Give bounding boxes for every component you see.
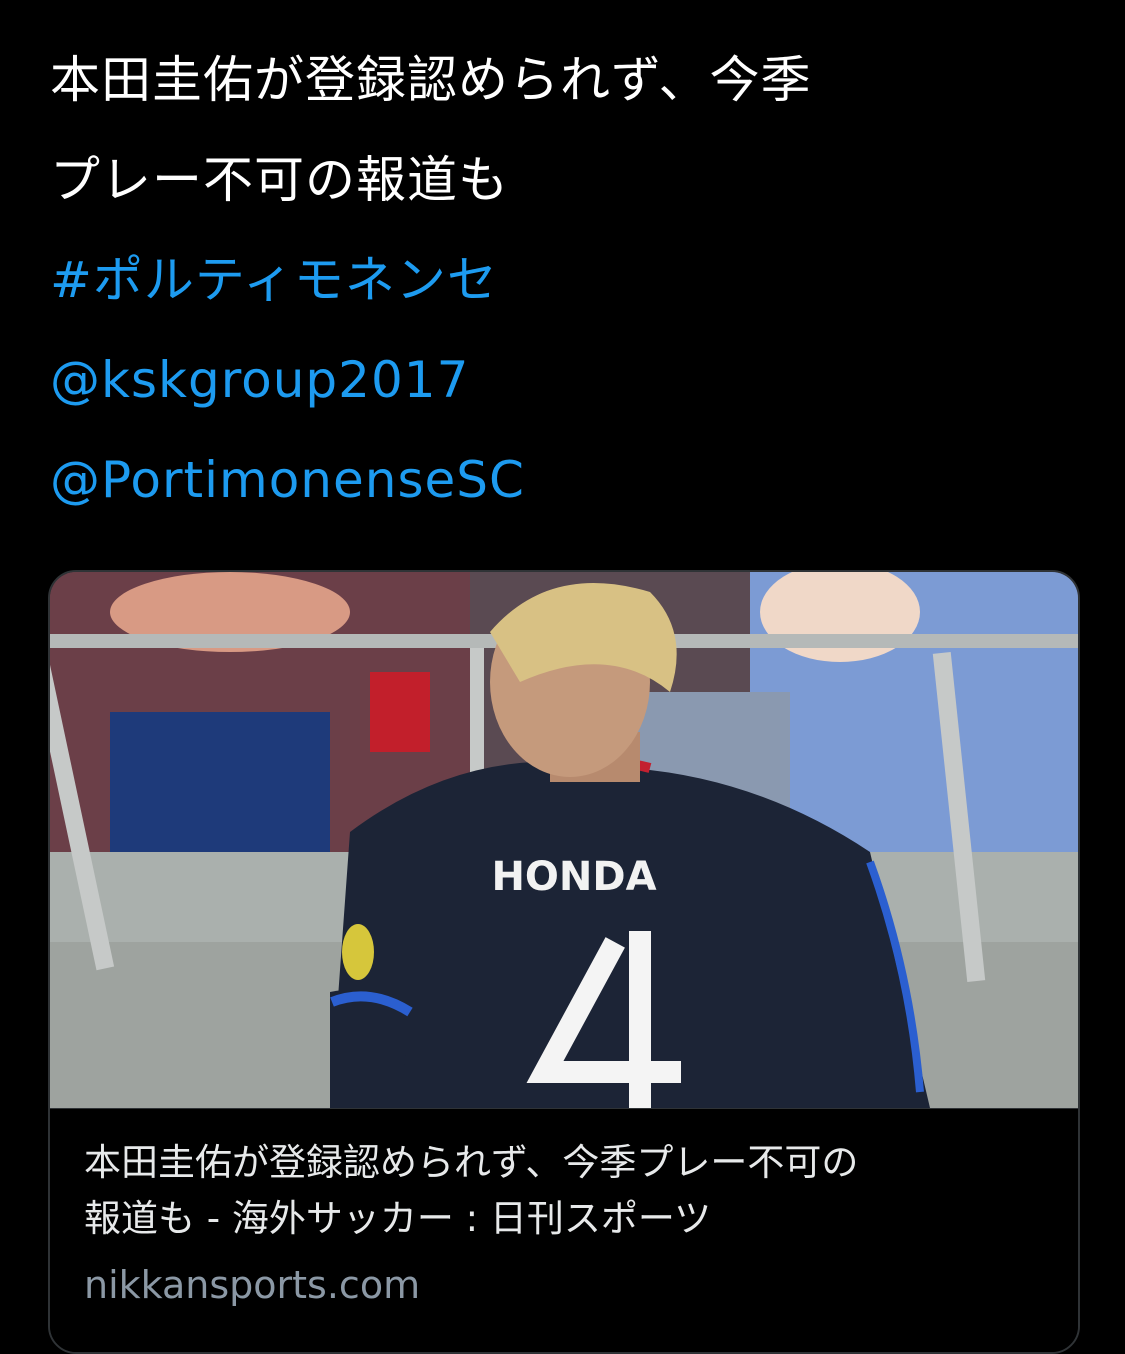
hashtag-link[interactable]: #ポルティモネンセ	[50, 230, 1090, 330]
link-card-title-line-2: 報道も - 海外サッカー : 日刊スポーツ	[84, 1197, 712, 1240]
link-card-domain: nikkansports.com	[84, 1263, 421, 1307]
tweet-text: 本田圭佑が登録認められず、今季 プレー不可の報道も #ポルティモネンセ @ksk…	[50, 30, 1090, 530]
link-card-image[interactable]: HONDA	[50, 572, 1078, 1108]
player-photo: HONDA	[50, 572, 1078, 1108]
link-preview-card[interactable]: HONDA 本田圭佑が登録認められず、今季プレー不可の 報道も - 海外サッカー…	[48, 570, 1080, 1354]
mention-link-portimonense[interactable]: @PortimonenseSC	[50, 430, 1090, 530]
jersey-name: HONDA	[491, 854, 656, 900]
tweet-text-line-1: 本田圭佑が登録認められず、今季	[50, 51, 812, 109]
link-card-footer: 本田圭佑が登録認められず、今季プレー不可の 報道も - 海外サッカー : 日刊ス…	[50, 1108, 1078, 1352]
link-card-title: 本田圭佑が登録認められず、今季プレー不可の 報道も - 海外サッカー : 日刊ス…	[84, 1135, 1044, 1247]
mention-link-kskgroup[interactable]: @kskgroup2017	[50, 330, 1090, 430]
link-card-title-line-1: 本田圭佑が登録認められず、今季プレー不可の	[84, 1141, 859, 1184]
tweet-text-line-2: プレー不可の報道も	[50, 151, 509, 209]
